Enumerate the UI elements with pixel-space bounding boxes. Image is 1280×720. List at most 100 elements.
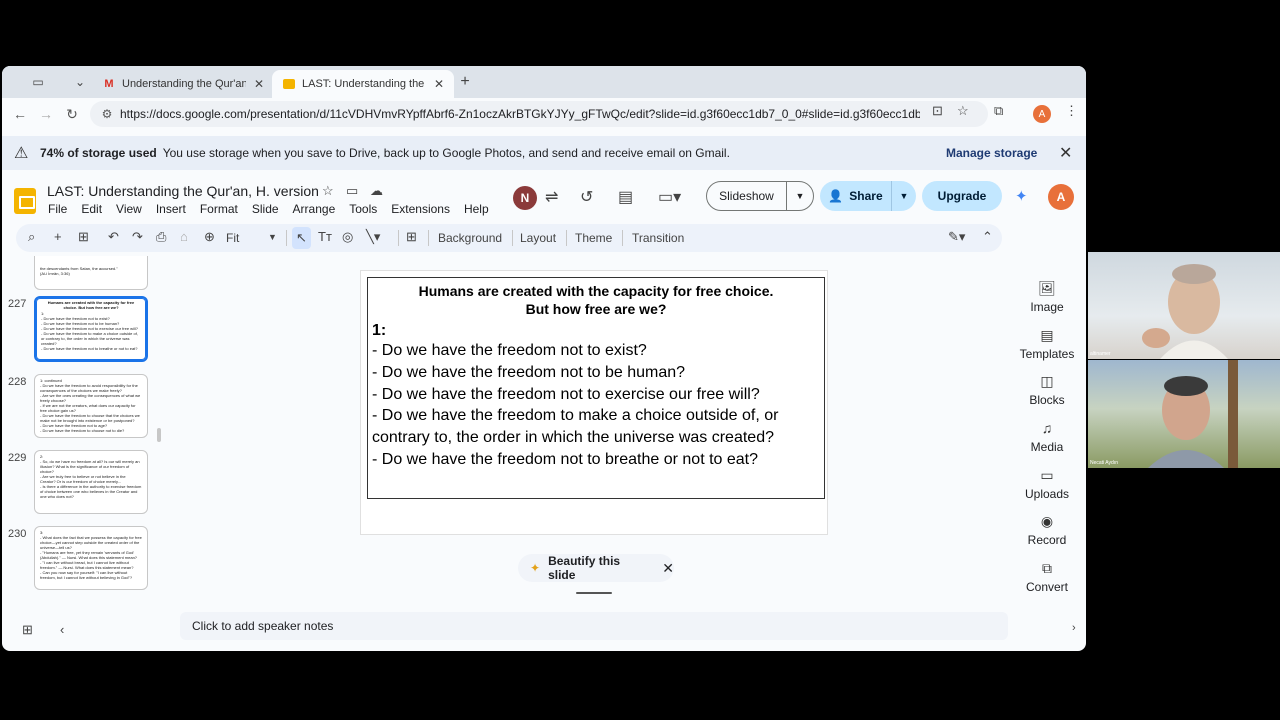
new-tab-icon[interactable]: + — [456, 71, 474, 93]
close-tab-icon[interactable]: ✕ — [434, 77, 444, 91]
present-follow-icon[interactable]: ⇌ — [545, 187, 558, 207]
tab-title: LAST: Understanding the Qur'an — [302, 78, 426, 90]
browser-profile-avatar[interactable]: A — [1033, 105, 1051, 123]
slide-thumbnail[interactable]: 2: - So, do we have no freedom at all? I… — [34, 450, 148, 514]
side-record-button[interactable]: ◉ Record — [1012, 513, 1082, 547]
slideshow-button[interactable]: Slideshow ▼ — [706, 181, 814, 211]
share-button[interactable]: 👤 Share ▼ — [820, 181, 916, 211]
tab-slides[interactable]: LAST: Understanding the Qur'an ✕ — [272, 70, 455, 98]
menu-edit[interactable]: Edit — [81, 202, 102, 216]
doc-title[interactable]: LAST: Understanding the Qur'an, H. versi… — [47, 183, 319, 199]
collapse-filmstrip-icon[interactable]: ‹ — [60, 622, 64, 637]
paint-format-icon[interactable]: ⌂ — [180, 229, 188, 244]
chevron-down-icon[interactable]: ▼ — [787, 191, 813, 201]
forward-icon[interactable]: → — [36, 104, 56, 124]
slide-text-box[interactable]: Humans are created with the capacity for… — [367, 277, 825, 499]
search-menus-icon[interactable]: ⌕ — [28, 229, 35, 245]
tab-gmail[interactable]: M Understanding the Qur'an Lit ✕ — [92, 70, 274, 98]
star-icon[interactable]: ☆ — [322, 183, 334, 199]
menu-extensions[interactable]: Extensions — [391, 202, 450, 216]
slide-thumbnail[interactable]: 1: continued - Do we have the freedom to… — [34, 374, 148, 438]
close-icon[interactable]: ✕ — [662, 560, 674, 577]
slide-thumbnail[interactable]: the descendants from Satan, the accursed… — [34, 256, 148, 290]
collapse-toolbar-icon[interactable]: ⌃ — [982, 229, 993, 245]
notes-resize-handle[interactable] — [576, 592, 612, 594]
grid-view-icon[interactable]: ⊞ — [22, 622, 33, 638]
sparkle-icon: ✦ — [530, 561, 541, 575]
cloud-status-icon[interactable]: ☁ — [370, 183, 383, 199]
slides-logo-icon[interactable] — [14, 188, 36, 214]
new-slide-layout-icon[interactable]: ⊞ — [78, 229, 89, 245]
slideshow-label: Slideshow — [707, 182, 787, 210]
close-tab-icon[interactable]: ✕ — [254, 77, 264, 91]
side-media-button[interactable]: ♫ Media — [1012, 420, 1082, 454]
new-slide-icon[interactable]: + — [54, 229, 62, 244]
side-templates-button[interactable]: ▤ Templates — [1012, 327, 1082, 361]
menu-insert[interactable]: Insert — [156, 202, 186, 216]
reload-icon[interactable]: ↻ — [62, 104, 82, 124]
menu-help[interactable]: Help — [464, 202, 489, 216]
account-avatar[interactable]: A — [1048, 184, 1074, 210]
manage-storage-link[interactable]: Manage storage — [946, 146, 1037, 160]
undo-icon[interactable]: ↶ — [108, 229, 119, 245]
tab-search-chevron-icon[interactable]: ⌄ — [72, 71, 88, 93]
version-history-icon[interactable]: ↺ — [580, 187, 593, 207]
menu-slide[interactable]: Slide — [252, 202, 279, 216]
folder-icon[interactable]: ▭ — [346, 183, 358, 199]
bookmark-star-icon[interactable]: ☆ — [957, 103, 969, 119]
menu-tools[interactable]: Tools — [349, 202, 377, 216]
back-icon[interactable]: ← — [10, 104, 30, 124]
background-button[interactable]: Background — [438, 231, 502, 245]
tab-groups-icon[interactable]: ▭ — [28, 71, 48, 93]
lens-icon[interactable]: ⊡ — [932, 103, 943, 119]
menu-file[interactable]: File — [48, 202, 67, 216]
redo-icon[interactable]: ↷ — [132, 229, 143, 245]
tab-bar: ▭ ⌄ M Understanding the Qur'an Lit ✕ LAS… — [2, 66, 1086, 98]
layout-button[interactable]: Layout — [520, 231, 556, 245]
slide-thumbnail[interactable]: 3: - What does the fact that we possess … — [34, 526, 148, 590]
browser-menu-icon[interactable]: ⋮ — [1065, 103, 1078, 119]
menu-format[interactable]: Format — [200, 202, 238, 216]
slide-thumbnail-selected[interactable]: Humans are created with the capacity for… — [34, 296, 148, 362]
filmstrip-scrollbar[interactable] — [157, 428, 161, 442]
theme-button[interactable]: Theme — [575, 231, 612, 245]
upgrade-button[interactable]: Upgrade — [922, 181, 1002, 211]
side-label: Record — [1027, 533, 1067, 547]
gemini-sparkle-icon[interactable]: ✦ — [1015, 187, 1028, 205]
zoom-select[interactable]: Fit — [226, 231, 239, 245]
close-icon[interactable]: ✕ — [1059, 143, 1072, 163]
side-image-button[interactable]: 🖼 Image — [1012, 280, 1082, 314]
collaborator-avatar[interactable]: N — [513, 186, 537, 210]
zoom-icon[interactable]: ⊕ — [204, 229, 215, 245]
meet-camera-icon[interactable]: ▭▾ — [658, 187, 681, 207]
menu-view[interactable]: View — [116, 202, 142, 216]
slide-title-line: But how free are we? — [525, 301, 667, 317]
side-blocks-button[interactable]: ◫ Blocks — [1012, 373, 1082, 407]
speaker-notes[interactable]: Click to add speaker notes — [180, 612, 1008, 640]
select-cursor-icon[interactable]: ↖ — [292, 227, 311, 249]
comments-icon[interactable]: ▤ — [618, 187, 633, 207]
text-box-icon[interactable]: Tт — [318, 229, 332, 244]
side-label: Image — [1030, 300, 1064, 314]
transition-button[interactable]: Transition — [632, 231, 684, 245]
zoom-chevron-icon[interactable]: ▼ — [268, 232, 277, 242]
collapse-side-panel-icon[interactable]: › — [1072, 622, 1076, 634]
url-text[interactable]: https://docs.google.com/presentation/d/1… — [120, 107, 920, 121]
side-uploads-button[interactable]: ▭ Uploads — [1012, 467, 1082, 501]
slide-canvas[interactable]: Humans are created with the capacity for… — [360, 270, 828, 535]
extensions-icon[interactable]: ⧉ — [994, 103, 1003, 119]
address-bar[interactable]: ⚙ https://docs.google.com/presentation/d… — [90, 101, 988, 127]
slide-number: 230 — [8, 528, 27, 540]
shape-icon[interactable]: ◎ — [342, 229, 353, 245]
line-icon[interactable]: ╲▾ — [366, 229, 380, 245]
slide-question: - Do we have the freedom not to breathe … — [372, 450, 759, 468]
chevron-down-icon[interactable]: ▼ — [892, 191, 916, 201]
beautify-slide-chip[interactable]: ✦ Beautify this slide ✕ — [518, 554, 674, 582]
menu-bar: File Edit View Insert Format Slide Arran… — [48, 202, 503, 216]
side-convert-button[interactable]: ⧉ Convert — [1012, 560, 1082, 594]
site-info-icon[interactable]: ⚙ — [94, 107, 120, 121]
insert-comment-icon[interactable]: ⊞ — [406, 229, 417, 245]
menu-arrange[interactable]: Arrange — [293, 202, 336, 216]
print-icon[interactable]: ⎙ — [156, 229, 166, 245]
pen-icon[interactable]: ✎▾ — [948, 229, 965, 245]
